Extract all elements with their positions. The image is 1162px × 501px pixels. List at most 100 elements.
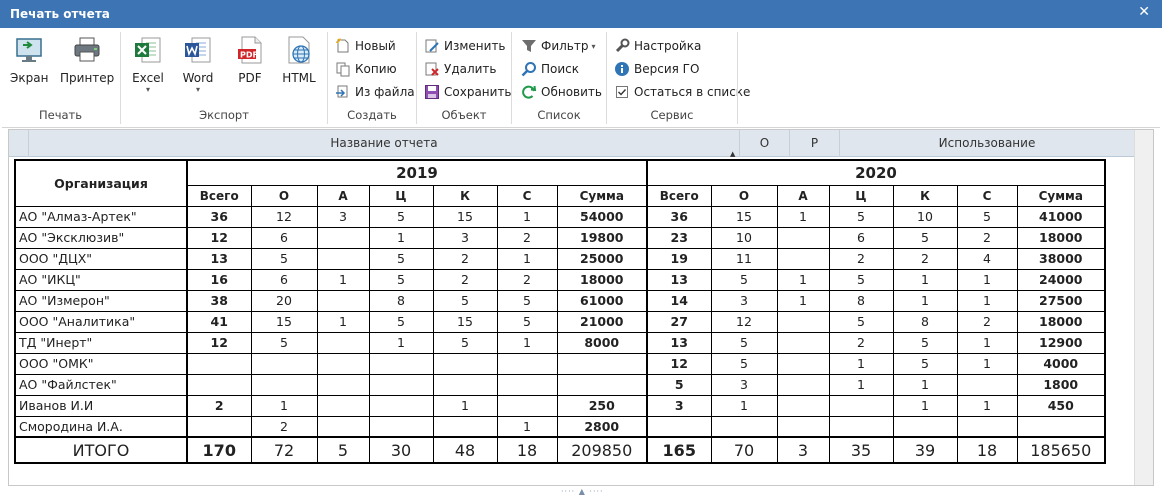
table-cell: 1 (710, 394, 778, 417)
table-cell (1016, 415, 1106, 438)
version-label: Версия ГО (634, 62, 700, 76)
settings-button[interactable]: Настройка (614, 36, 701, 56)
screen-button[interactable]: Экран (10, 34, 48, 102)
monitor-icon (16, 38, 42, 62)
table-cell: 5 (316, 436, 370, 464)
search-label: Поиск (541, 62, 580, 76)
export-group-caption: Экспорт (199, 108, 249, 122)
column-header-2019: К (432, 184, 498, 207)
pdf-icon: PDF (238, 36, 262, 64)
table-cell: 12 (250, 205, 318, 228)
table-cell: 5 (956, 205, 1018, 228)
refresh-button[interactable]: Обновить (521, 82, 602, 102)
table-cell: 5 (368, 310, 434, 333)
org-name: Иванов И.И (14, 394, 188, 417)
table-cell: 1 (776, 205, 830, 228)
wrench-icon (615, 38, 630, 53)
table-cell: 5 (432, 289, 498, 312)
table-cell: 14 (646, 289, 712, 312)
edit-button[interactable]: Изменить (424, 36, 506, 56)
save-button[interactable]: Сохранить (424, 82, 512, 102)
ribbon: Экран Принтер Печать Excel ▾ Word ▾ PDF … (2, 28, 1160, 128)
table-row: ООО "ОМК" 12 5 1 5 1 4000 (14, 352, 1106, 375)
table-cell (186, 373, 252, 396)
table-cell (316, 247, 370, 270)
table-cell: 12900 (1016, 331, 1106, 354)
column-header-name[interactable]: Название отчета (29, 130, 740, 157)
table-cell (368, 394, 434, 417)
org-name: АО "Измерон" (14, 289, 188, 312)
table-cell (368, 352, 434, 375)
table-cell (496, 394, 558, 417)
table-cell: 70 (710, 436, 778, 464)
table-cell: 36 (646, 205, 712, 228)
delete-button[interactable]: Удалить (424, 59, 497, 79)
filter-button[interactable]: Фильтр ▾ (521, 36, 596, 56)
pdf-label: PDF (238, 71, 262, 85)
table-cell: 1 (316, 268, 370, 291)
table-cell: 15 (432, 310, 498, 333)
table-cell (368, 373, 434, 396)
column-header-r[interactable]: Р (790, 130, 840, 157)
table-cell: 1 (892, 289, 958, 312)
pdf-button[interactable]: PDF PDF (230, 34, 270, 102)
table-cell: 61000 (556, 289, 648, 312)
stay-in-list-label: Остаться в списке (634, 85, 751, 99)
open-file-icon (336, 85, 348, 98)
printer-button[interactable]: Принтер (60, 34, 114, 102)
table-cell: 16 (186, 268, 252, 291)
word-dropdown-icon[interactable]: ▾ (178, 85, 218, 95)
close-button[interactable]: ✕ (1138, 4, 1150, 20)
from-file-button[interactable]: Из файла (335, 82, 415, 102)
org-name: Смородина И.А. (14, 415, 188, 438)
table-cell: 2 (892, 247, 958, 270)
table-cell: 4 (956, 247, 1018, 270)
table-cell: 5 (892, 331, 958, 354)
table-cell: 15 (710, 205, 778, 228)
table-cell: 15 (432, 205, 498, 228)
table-cell: 41 (186, 310, 252, 333)
table-cell (956, 415, 1018, 438)
org-name: ТД "Инерт" (14, 331, 188, 354)
table-cell: 5 (828, 205, 894, 228)
excel-button[interactable]: Excel ▾ (128, 34, 168, 102)
column-header-o[interactable]: О (740, 130, 790, 157)
table-cell: 10 (892, 205, 958, 228)
stay-in-list-checkbox[interactable]: Остаться в списке (614, 82, 750, 102)
ribbon-group-print: Экран Принтер Печать (2, 28, 119, 128)
from-file-label: Из файла (355, 85, 415, 99)
table-cell: 3 (432, 226, 498, 249)
filter-label: Фильтр (541, 39, 589, 53)
new-button[interactable]: Новый (335, 36, 396, 56)
resize-handle[interactable]: ···· ▲ ···· (561, 487, 604, 496)
table-cell: 12 (710, 310, 778, 333)
table-row: Смородина И.А. 2 1 2800 (14, 415, 1106, 438)
table-cell (186, 352, 252, 375)
column-header-usage[interactable]: Использование (840, 130, 1134, 157)
table-cell: 30 (368, 436, 434, 464)
column-header-2019: Ц (368, 184, 434, 207)
org-name: АО "ИКЦ" (14, 268, 188, 291)
filter-dropdown-icon[interactable]: ▾ (591, 42, 595, 51)
search-button[interactable]: Поиск (521, 59, 579, 79)
table-cell (776, 226, 830, 249)
window-titlebar: Печать отчета ✕ (0, 0, 1162, 28)
table-cell: 27 (646, 310, 712, 333)
checkbox-checked-icon[interactable] (614, 84, 630, 100)
version-button[interactable]: Версия ГО (614, 59, 699, 79)
vertical-scrollbar[interactable] (1134, 130, 1153, 485)
ribbon-separator (416, 32, 417, 124)
table-cell: 5 (710, 268, 778, 291)
refresh-icon (522, 85, 537, 99)
word-button[interactable]: Word ▾ (178, 34, 218, 102)
html-button[interactable]: HTML (278, 34, 320, 102)
column-header-2020: А (776, 184, 830, 207)
settings-label: Настройка (634, 39, 702, 53)
table-cell (556, 373, 648, 396)
excel-dropdown-icon[interactable]: ▾ (128, 85, 168, 95)
table-cell (956, 373, 1018, 396)
table-cell: 3 (776, 436, 830, 464)
table-cell (250, 352, 318, 375)
copy-button[interactable]: Копию (335, 59, 397, 79)
table-cell (368, 415, 434, 438)
